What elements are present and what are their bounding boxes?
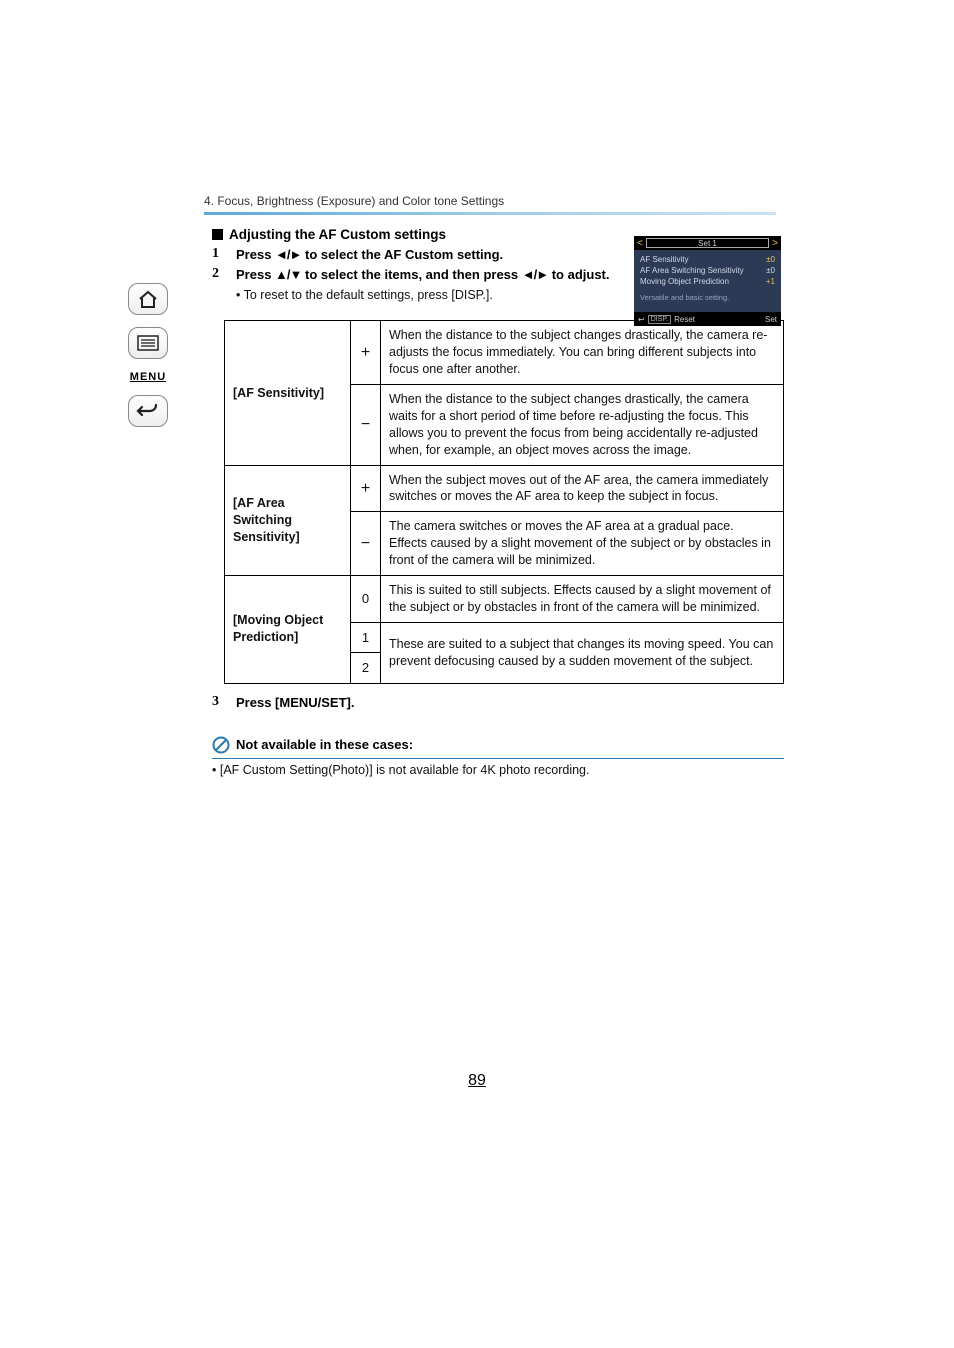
breadcrumb: 4. Focus, Brightness (Exposure) and Colo… xyxy=(204,194,784,212)
step-3: 3 Press [MENU/SET]. xyxy=(212,694,784,712)
page-number[interactable]: 89 xyxy=(0,1072,954,1090)
note-body: • [AF Custom Setting(Photo)] is not avai… xyxy=(212,763,784,777)
setting-label: [AF Area Switching Sensitivity] xyxy=(225,465,351,575)
arrow-glyphs: ◄/► xyxy=(522,267,548,282)
text-part: to adjust. xyxy=(548,267,609,282)
step-text: Press ▲/▼ to select the items, and then … xyxy=(236,266,610,284)
cam-row: Moving Object Prediction +1 xyxy=(640,276,775,287)
cam-body: AF Sensitivity ±0 AF Area Switching Sensi… xyxy=(634,250,781,312)
header-rule xyxy=(204,212,776,215)
cam-desc: Versatile and basic setting. xyxy=(640,293,775,302)
setting-label: [AF Sensitivity] xyxy=(225,321,351,465)
setting-desc: When the subject moves out of the AF are… xyxy=(381,465,784,512)
setting-sign: 1 xyxy=(351,622,381,653)
side-nav: MENU xyxy=(128,283,168,427)
cam-row-value: ±0 xyxy=(766,255,775,264)
menu-link[interactable]: MENU xyxy=(130,371,166,383)
step-text: Press ◄/► to select the AF Custom settin… xyxy=(236,246,503,264)
cam-titlebar: < Set 1 > xyxy=(634,236,781,250)
cam-row-value: +1 xyxy=(766,277,775,286)
text-part: to select the items, and then press xyxy=(301,267,521,282)
setting-desc: The camera switches or moves the AF area… xyxy=(381,512,784,576)
text-part: Press xyxy=(236,267,275,282)
back-button[interactable] xyxy=(128,395,168,427)
af-settings-table: [AF Sensitivity] + When the distance to … xyxy=(224,320,784,683)
text-part: to select the AF Custom setting. xyxy=(301,247,503,262)
arrow-glyphs: ▲/▼ xyxy=(275,267,301,282)
setting-desc: When the distance to the subject changes… xyxy=(381,385,784,466)
setting-sign: + xyxy=(351,321,381,385)
cam-footer: ↩ DISP. Reset Set xyxy=(634,312,781,326)
setting-sign: − xyxy=(351,512,381,576)
not-available-icon xyxy=(212,736,230,754)
arrow-glyphs: ◄/► xyxy=(275,247,301,262)
section-marker xyxy=(212,229,223,240)
note-heading: Not available in these cases: xyxy=(236,737,413,752)
note-heading-row: Not available in these cases: xyxy=(212,736,784,754)
step-number: 2 xyxy=(212,266,222,284)
note-divider xyxy=(212,758,784,759)
setting-desc: This is suited to still subjects. Effect… xyxy=(381,575,784,622)
section-title: Adjusting the AF Custom settings xyxy=(229,227,446,242)
reset-label: Reset xyxy=(674,315,695,324)
cam-row-label: Moving Object Prediction xyxy=(640,277,729,286)
setting-sign: 0 xyxy=(351,575,381,622)
home-button[interactable] xyxy=(128,283,168,315)
cam-row: AF Area Switching Sensitivity ±0 xyxy=(640,265,775,276)
cam-title: Set 1 xyxy=(698,239,717,248)
cam-row-label: AF Sensitivity xyxy=(640,255,688,264)
step-number: 1 xyxy=(212,246,222,264)
back-icon xyxy=(136,401,160,421)
cam-row-value: ±0 xyxy=(766,266,775,275)
camera-screen-illustration: < Set 1 > AF Sensitivity ±0 AF Area Switc… xyxy=(634,236,781,326)
step-text: Press [MENU/SET]. xyxy=(236,694,354,712)
text-part: Press xyxy=(236,247,275,262)
home-icon xyxy=(137,289,159,309)
setting-desc: When the distance to the subject changes… xyxy=(381,321,784,385)
disp-button-label: DISP. xyxy=(648,315,671,324)
cam-row: AF Sensitivity ±0 xyxy=(640,254,775,265)
table-row: [AF Area Switching Sensitivity] + When t… xyxy=(225,465,784,512)
setting-sign: 2 xyxy=(351,653,381,684)
setting-desc: These are suited to a subject that chang… xyxy=(381,622,784,683)
toc-button[interactable] xyxy=(128,327,168,359)
set-label: Set xyxy=(765,315,777,324)
step-number: 3 xyxy=(212,694,222,712)
setting-label: [Moving Object Prediction] xyxy=(225,575,351,683)
setting-sign: − xyxy=(351,385,381,466)
chevron-left-icon: < xyxy=(637,238,643,249)
table-row: [Moving Object Prediction] 0 This is sui… xyxy=(225,575,784,622)
list-icon xyxy=(136,334,160,352)
chevron-right-icon: > xyxy=(772,238,778,249)
return-icon: ↩ xyxy=(638,315,645,324)
table-row: [AF Sensitivity] + When the distance to … xyxy=(225,321,784,385)
setting-sign: + xyxy=(351,465,381,512)
cam-row-label: AF Area Switching Sensitivity xyxy=(640,266,744,275)
